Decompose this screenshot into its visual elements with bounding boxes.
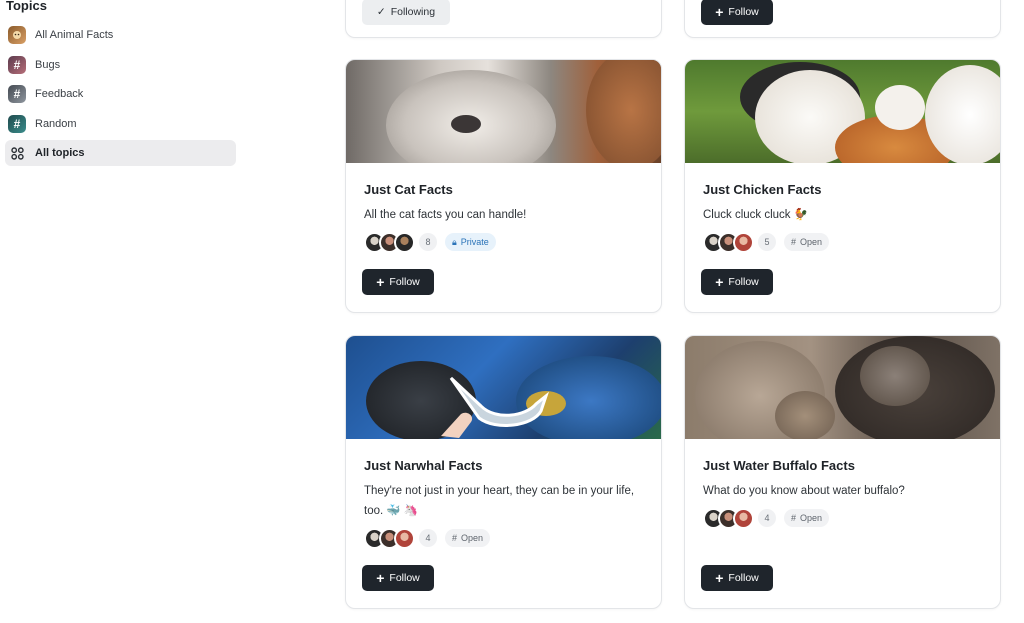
sidebar-item-label: Feedback	[35, 88, 84, 101]
topic-card-narwhal[interactable]: Just Narwhal Facts They're not just in y…	[345, 335, 662, 609]
cat-photo	[346, 60, 661, 163]
card-meta: 8 🔒︎ Private	[364, 231, 496, 253]
card-title: Just Chicken Facts	[703, 182, 822, 197]
topic-card-chicken[interactable]: Just Chicken Facts Cluck cluck cluck 🐓 5…	[684, 59, 1001, 313]
plus-icon: +	[715, 274, 724, 290]
sidebar-item-label: All topics	[35, 147, 85, 160]
hash-icon: #	[452, 533, 458, 543]
member-count-badge: 5	[758, 233, 776, 251]
grid-icon	[8, 144, 26, 162]
status-badge: # Open	[445, 529, 491, 547]
follow-button[interactable]: + Follow	[701, 0, 773, 25]
avatar	[394, 231, 415, 253]
sidebar-item-label: All Animal Facts	[35, 29, 114, 41]
card-title: Just Water Buffalo Facts	[703, 458, 855, 473]
status-label: Open	[800, 237, 823, 247]
status-badge: 🔒︎ Private	[445, 233, 496, 251]
follow-button[interactable]: + Follow	[362, 565, 434, 591]
status-label: Private	[460, 237, 489, 247]
sidebar-item-bugs[interactable]: # Bugs	[5, 52, 236, 78]
topic-card-water-buffalo[interactable]: Just Water Buffalo Facts What do you kno…	[684, 335, 1001, 609]
follow-label: Follow	[728, 276, 759, 288]
follow-label: Follow	[728, 6, 759, 18]
sidebar-item-feedback[interactable]: # Feedback	[5, 81, 236, 107]
plus-icon: +	[376, 274, 385, 290]
narwhal-sticker-icon	[441, 376, 550, 438]
card-meta: 4 # Open	[703, 507, 830, 529]
following-button[interactable]: ✓ Following	[362, 0, 450, 25]
hash-icon: #	[791, 237, 797, 247]
following-label: Following	[390, 6, 436, 18]
member-count-badge: 8	[419, 233, 437, 251]
plus-icon: +	[715, 4, 724, 20]
status-label: Open	[461, 533, 484, 543]
hash-icon: #	[8, 55, 26, 74]
sidebar-item-label: Random	[35, 117, 77, 130]
card-description: All the cat facts you can handle!	[364, 209, 527, 221]
sidebar-heading: Topics	[6, 0, 47, 13]
topic-card-partial-right: + Follow	[684, 0, 1001, 38]
topic-card-partial-left: ✓ Following	[345, 0, 662, 38]
topics-sidebar: Topics All Animal Facts # Bugs # Feedbac…	[0, 0, 300, 623]
narwhal-photo	[346, 336, 661, 439]
water-buffalo-photo	[685, 336, 1000, 439]
status-label: Open	[800, 513, 823, 523]
plus-icon: +	[376, 570, 385, 586]
sidebar-list: All Animal Facts # Bugs # Feedback # Ran…	[5, 22, 236, 170]
avatar	[733, 231, 754, 253]
follow-label: Follow	[389, 572, 420, 584]
card-title: Just Cat Facts	[364, 182, 453, 197]
hash-icon: #	[8, 114, 26, 133]
sidebar-item-label: Bugs	[35, 58, 61, 71]
chicken-photo	[685, 60, 1000, 163]
card-description: Cluck cluck cluck 🐓	[703, 209, 809, 221]
hash-icon: #	[791, 513, 797, 523]
card-meta: 5 # Open	[703, 231, 830, 253]
sidebar-item-all-animal-facts[interactable]: All Animal Facts	[5, 22, 236, 48]
plus-icon: +	[715, 570, 724, 586]
follow-label: Follow	[728, 572, 759, 584]
sidebar-item-all-topics[interactable]: All topics	[5, 140, 236, 167]
status-badge: # Open	[784, 509, 830, 527]
sidebar-item-random[interactable]: # Random	[5, 111, 236, 137]
card-description: What do you know about water buffalo?	[703, 485, 905, 497]
avatar	[733, 507, 754, 529]
follow-label: Follow	[389, 276, 420, 288]
member-count-badge: 4	[419, 529, 437, 547]
follow-button[interactable]: + Follow	[701, 565, 773, 591]
topic-card-cat[interactable]: Just Cat Facts All the cat facts you can…	[345, 59, 662, 313]
lock-icon: 🔒︎	[452, 236, 457, 247]
card-meta: 4 # Open	[364, 527, 491, 549]
member-count-badge: 4	[758, 509, 776, 527]
avatar	[394, 527, 415, 549]
animal-avatar-icon	[8, 26, 26, 44]
check-icon: ✓	[376, 6, 386, 18]
card-title: Just Narwhal Facts	[364, 458, 483, 473]
status-badge: # Open	[784, 233, 830, 251]
card-description: They're not just in your heart, they can…	[364, 485, 635, 517]
follow-button[interactable]: + Follow	[701, 269, 773, 295]
follow-button[interactable]: + Follow	[362, 269, 434, 295]
hash-icon: #	[8, 85, 26, 104]
